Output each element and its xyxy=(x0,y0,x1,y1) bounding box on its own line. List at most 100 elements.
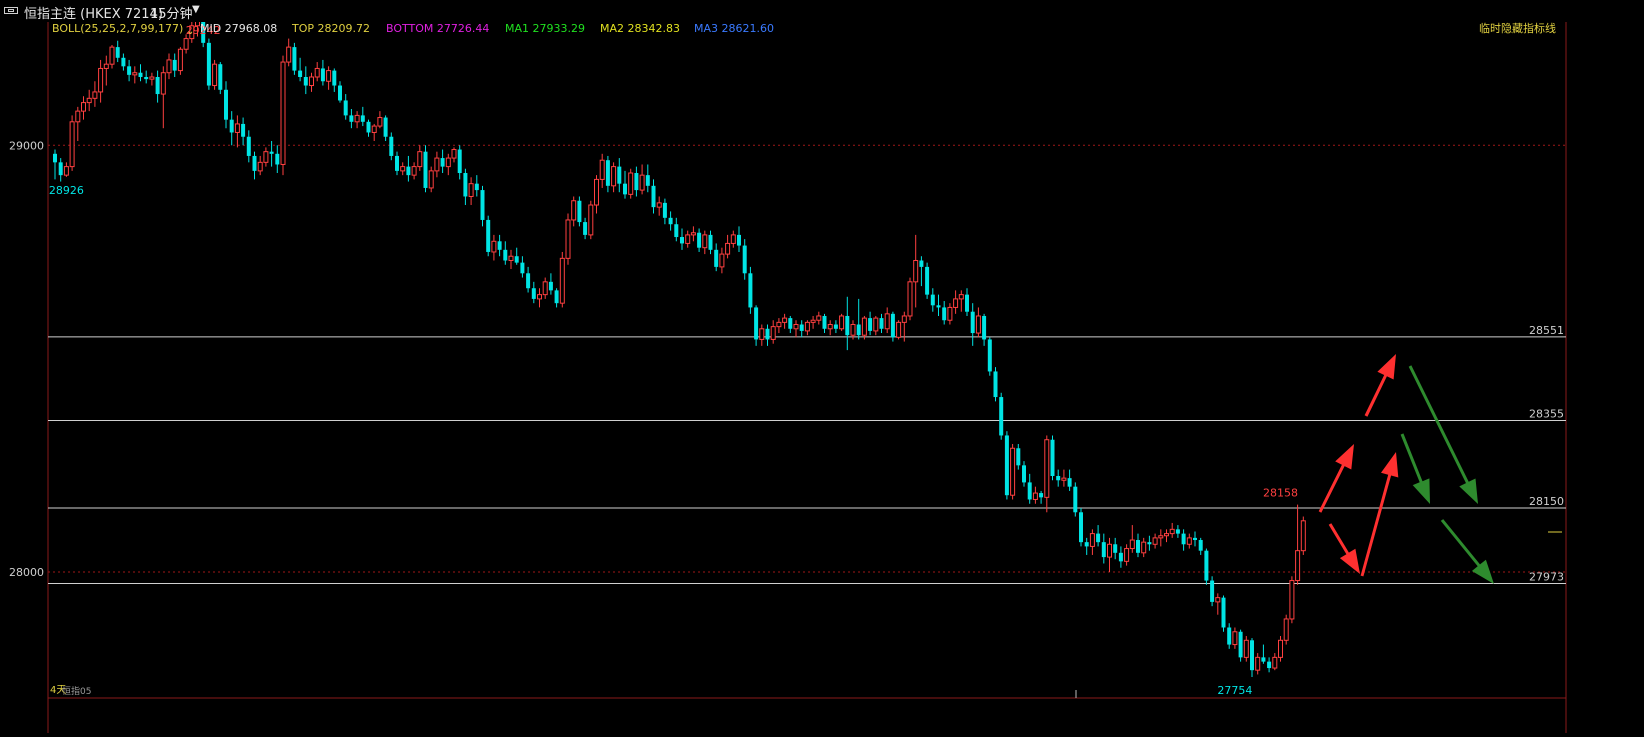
candle-165 xyxy=(993,367,998,402)
candle-body xyxy=(371,125,377,133)
candle-body xyxy=(685,234,691,244)
candle-body xyxy=(1010,447,1016,496)
candle-body xyxy=(702,234,708,249)
candle-body xyxy=(520,262,525,274)
candle-body xyxy=(1044,439,1050,498)
candle-body xyxy=(1022,465,1026,483)
candle-42 xyxy=(292,42,297,75)
candle-122 xyxy=(748,266,753,314)
candle-body xyxy=(662,202,667,218)
candle-body xyxy=(92,91,98,99)
candle-body xyxy=(406,166,411,176)
candle-body xyxy=(804,321,810,332)
candle-body xyxy=(58,162,63,176)
candle-27 xyxy=(206,38,211,90)
candle-body xyxy=(411,166,417,176)
candle-body xyxy=(668,217,673,225)
candle-body xyxy=(958,294,964,300)
candle-body xyxy=(639,174,645,191)
chart-svg[interactable]: 2900028000 28551283552815027973 29242289… xyxy=(0,10,1644,733)
hide-indicators-button[interactable]: 临时隐藏指标线 xyxy=(1479,21,1556,35)
boll-label: BOLL(25,25,2,7,99,177) xyxy=(52,22,183,35)
title-bar: 恒指主连 (HKEX 7214) 15分钟 ▼ xyxy=(0,0,1644,23)
candle-166 xyxy=(999,392,1004,440)
ma3-label: MA3 28621.60 xyxy=(694,22,774,35)
candle-body xyxy=(1175,529,1180,534)
candle-body xyxy=(234,123,240,133)
candle-body xyxy=(634,173,639,191)
candle-76 xyxy=(486,215,491,257)
chevron-down-icon[interactable]: ▼ xyxy=(192,4,200,15)
candle-body xyxy=(577,200,582,223)
candle-body xyxy=(1204,550,1209,581)
candle-body xyxy=(1289,580,1295,620)
mid-label: MID 27968.08 xyxy=(200,22,277,35)
candle-body xyxy=(913,259,919,283)
candle-body xyxy=(708,234,713,250)
candle-body xyxy=(930,294,935,306)
candle-body xyxy=(224,89,228,120)
candle-215 xyxy=(1278,636,1283,662)
candle-body xyxy=(503,249,508,261)
candle-body xyxy=(366,121,371,133)
price-annotation-28158: 28158 xyxy=(1263,487,1298,500)
candle-208 xyxy=(1238,629,1243,662)
candle-body xyxy=(1238,631,1243,658)
candle-body xyxy=(1193,537,1197,541)
candle-body xyxy=(269,151,274,154)
candle-body xyxy=(942,307,947,321)
candle-body xyxy=(1255,656,1261,671)
candle-body xyxy=(434,157,440,172)
candle-219 xyxy=(1300,516,1306,555)
candle-66 xyxy=(428,166,434,193)
candle-body xyxy=(121,57,126,67)
candle-body xyxy=(1215,597,1221,603)
candle-body xyxy=(901,315,907,323)
candle-body xyxy=(474,183,479,191)
candle-body xyxy=(776,321,782,328)
candle-body xyxy=(1101,542,1106,558)
candle-body xyxy=(1232,631,1238,646)
candle-body xyxy=(697,232,702,248)
candle-body xyxy=(160,72,166,95)
candle-179 xyxy=(1073,482,1078,517)
candle-body xyxy=(138,72,143,77)
candle-body xyxy=(149,76,155,80)
candle-body xyxy=(1032,492,1038,500)
candle-body xyxy=(246,136,251,156)
candle-body xyxy=(445,157,451,168)
candle-body xyxy=(395,155,399,171)
candle-147 xyxy=(890,311,895,342)
candle-body xyxy=(309,76,314,87)
candle-body xyxy=(970,311,975,334)
candle-body xyxy=(212,63,218,87)
candle-body xyxy=(907,281,913,317)
candle-body xyxy=(400,166,406,172)
candle-body xyxy=(588,204,594,236)
candle-body xyxy=(645,175,650,186)
candle-body xyxy=(428,170,434,189)
candle-body xyxy=(605,160,610,186)
candle-body xyxy=(1169,528,1175,535)
candle-body xyxy=(559,257,565,304)
candle-body xyxy=(1250,640,1254,671)
candle-body xyxy=(417,151,423,168)
candle-body xyxy=(486,219,491,252)
candle-body xyxy=(845,315,850,336)
candle-body xyxy=(674,224,679,238)
candle-body xyxy=(1113,544,1118,553)
candlestick-chart[interactable]: 29000 28000 28551 28355 28150 27973 29242 289… xyxy=(0,10,1644,733)
candle-body xyxy=(822,315,827,329)
candle-body xyxy=(873,317,879,332)
candle-209 xyxy=(1243,636,1249,662)
window-icon[interactable] xyxy=(4,7,18,14)
candle-body xyxy=(1016,448,1021,466)
candle-body xyxy=(690,232,696,236)
period-selector[interactable]: 15分钟 xyxy=(150,3,193,22)
candle-body xyxy=(457,149,462,174)
candle-body xyxy=(508,255,514,261)
candle-body xyxy=(1267,661,1272,669)
candle-body xyxy=(617,166,622,184)
candle-29 xyxy=(218,62,223,95)
boll-dropdown-icon[interactable]: ⌄ xyxy=(186,26,194,37)
